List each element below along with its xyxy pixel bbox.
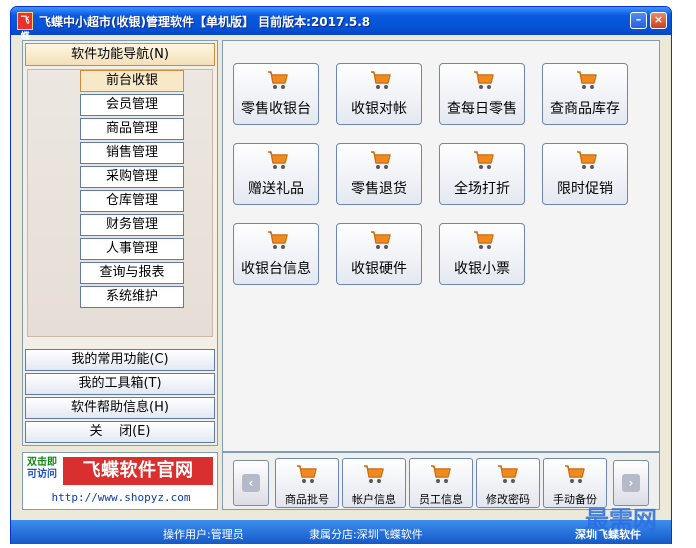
function-panel: 零售收银台 收银对帐 查每日零售 查商品库存赠送礼品 零售退货 全场打折 限时促销收银台信息…: [222, 40, 660, 452]
tile-cashier-reconcile-button[interactable]: 收银对帐: [336, 63, 422, 125]
tile-store-discount-button[interactable]: 全场打折: [439, 143, 525, 205]
tile-retail-cashier-button[interactable]: 零售收银台: [233, 63, 319, 125]
toolbar-prev-button[interactable]: ‹: [233, 460, 269, 506]
toolbar-label: 商品批号: [285, 493, 329, 506]
nav-item-products[interactable]: 商品管理: [80, 118, 184, 140]
nav-item-reports[interactable]: 查询与报表: [80, 262, 184, 284]
title-bar[interactable]: 飞蝶 飞蝶中小超市(收银)管理软件【单机版】 目前版本:2017.5.8 – ×: [11, 7, 671, 42]
tile-label: 赠送礼品: [248, 181, 304, 197]
window-title: 飞蝶中小超市(收银)管理软件【单机版】 目前版本:2017.5.8: [39, 14, 371, 29]
close-button[interactable]: ×: [650, 12, 667, 29]
cart-icon: [564, 464, 586, 488]
logo-hint: 双击即 可访问: [25, 457, 59, 481]
cart-icon: [296, 464, 318, 488]
cart-icon: [370, 70, 392, 94]
tile-label: 限时促销: [557, 181, 613, 197]
toolbar-employee-info-button[interactable]: 员工信息: [409, 458, 473, 508]
status-branch: 隶属分店:深圳飞蝶软件: [309, 528, 423, 541]
toolbar-label: 帐户信息: [352, 493, 396, 506]
tile-label: 零售收银台: [241, 101, 311, 117]
toolbar-label: 修改密码: [486, 493, 530, 506]
tile-label: 查商品库存: [550, 101, 620, 117]
tile-cashier-hardware-button[interactable]: 收银硬件: [336, 223, 422, 285]
nav-item-system[interactable]: 系统维护: [80, 286, 184, 308]
chevron-left-icon: ‹: [242, 474, 260, 492]
cart-icon: [473, 150, 495, 174]
toolbar-product-batch-button[interactable]: 商品批号: [275, 458, 339, 508]
nav-body: 前台收银 会员管理 商品管理 销售管理 采购管理 仓库管理 财务管理 人事管理 …: [27, 69, 213, 337]
logo-hint-line2: 可访问: [27, 469, 57, 480]
logo-title: 飞蝶软件官网: [63, 457, 213, 485]
nav-item-personnel[interactable]: 人事管理: [80, 238, 184, 260]
nav-item-members[interactable]: 会员管理: [80, 94, 184, 116]
nav-section-close[interactable]: 关 闭(E): [25, 421, 215, 443]
tile-label: 零售退货: [351, 181, 407, 197]
toolbar-label: 员工信息: [419, 493, 463, 506]
status-bar: 操作用户:管理员 隶属分店:深圳飞蝶软件 深圳飞蝶软件: [11, 520, 671, 544]
tile-cashier-receipt-button[interactable]: 收银小票: [439, 223, 525, 285]
nav-item-warehouse[interactable]: 仓库管理: [80, 190, 184, 212]
nav-item-purchasing[interactable]: 采购管理: [80, 166, 184, 188]
website-logo[interactable]: 双击即 可访问 飞蝶软件官网 http://www.shopyz.com: [22, 452, 218, 510]
logo-hint-line1: 双击即: [27, 457, 57, 468]
tile-product-stock-button[interactable]: 查商品库存: [542, 63, 628, 125]
toolbar-change-password-button[interactable]: 修改密码: [476, 458, 540, 508]
cart-icon: [267, 70, 289, 94]
cart-icon: [473, 70, 495, 94]
tile-gift-button[interactable]: 赠送礼品: [233, 143, 319, 205]
nav-panel: 软件功能导航(N) 前台收银 会员管理 商品管理 销售管理 采购管理 仓库管理 …: [22, 40, 218, 446]
cart-icon: [473, 230, 495, 254]
tile-cashier-info-button[interactable]: 收银台信息: [233, 223, 319, 285]
nav-item-sales[interactable]: 销售管理: [80, 142, 184, 164]
logo-url: http://www.shopyz.com: [51, 491, 191, 504]
cart-icon: [267, 230, 289, 254]
watermark: 最需网: [585, 505, 657, 534]
nav-header[interactable]: 软件功能导航(N): [25, 43, 215, 66]
nav-section-favorites[interactable]: 我的常用功能(C): [25, 349, 215, 371]
app-logo-icon: 飞蝶: [17, 12, 33, 42]
minimize-button[interactable]: –: [630, 12, 647, 29]
tile-label: 查每日零售: [447, 101, 517, 117]
nav-item-cashier[interactable]: 前台收银: [80, 70, 184, 92]
cart-icon: [370, 150, 392, 174]
cart-icon: [497, 464, 519, 488]
cart-icon: [576, 150, 598, 174]
nav-section-help[interactable]: 软件帮助信息(H): [25, 397, 215, 419]
nav-item-finance[interactable]: 财务管理: [80, 214, 184, 236]
cart-icon: [363, 464, 385, 488]
tile-label: 收银小票: [454, 261, 510, 277]
chevron-right-icon: ›: [622, 474, 640, 492]
tile-daily-retail-button[interactable]: 查每日零售: [439, 63, 525, 125]
tile-label: 收银对帐: [351, 101, 407, 117]
tile-label: 收银台信息: [241, 261, 311, 277]
cart-icon: [370, 230, 392, 254]
nav-section-toolbox[interactable]: 我的工具箱(T): [25, 373, 215, 395]
status-operator: 操作用户:管理员: [163, 528, 244, 541]
cart-icon: [267, 150, 289, 174]
tile-retail-return-button[interactable]: 零售退货: [336, 143, 422, 205]
cart-icon: [576, 70, 598, 94]
toolbar-account-info-button[interactable]: 帐户信息: [342, 458, 406, 508]
tile-label: 收银硬件: [351, 261, 407, 277]
tile-flash-sale-button[interactable]: 限时促销: [542, 143, 628, 205]
tile-label: 全场打折: [454, 181, 510, 197]
cart-icon: [430, 464, 452, 488]
